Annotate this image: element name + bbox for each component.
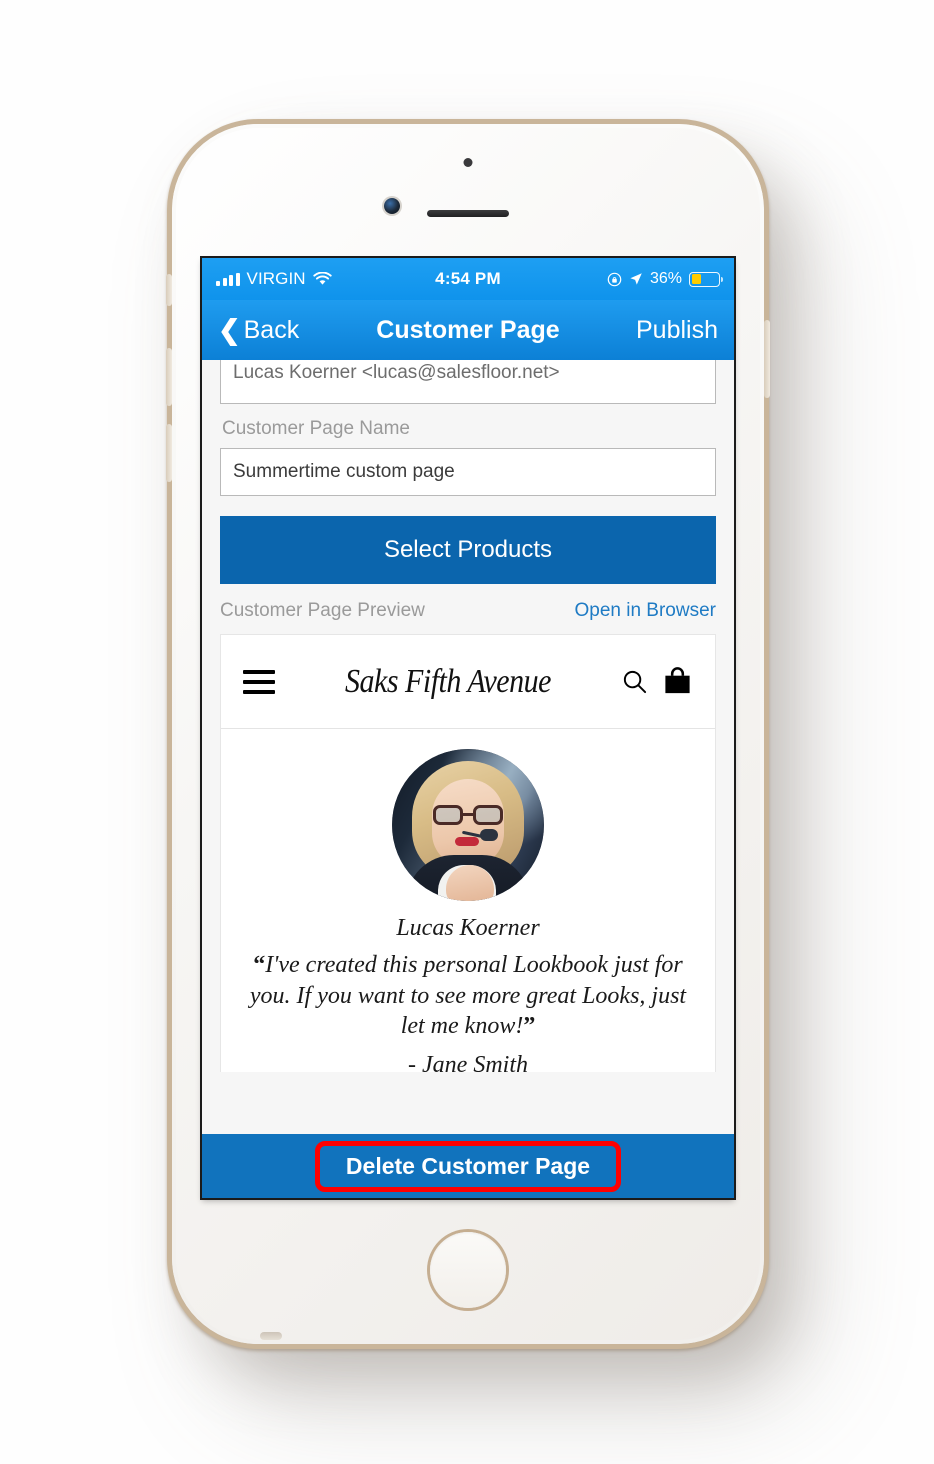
brand-logo: Saks Fifth Avenue [345, 662, 551, 700]
quote-author: - Jane Smith [408, 1052, 528, 1072]
page-name-input[interactable]: Summertime custom page [220, 448, 716, 496]
back-button[interactable]: ❮ Back [218, 316, 299, 345]
avatar-glasses [431, 805, 505, 825]
customer-page-preview: Saks Fifth Avenue Lucas Koerner “I've cr… [220, 634, 716, 1072]
volume-up-button[interactable] [166, 348, 172, 406]
preview-label: Customer Page Preview [220, 600, 425, 621]
phone-screen: VIRGIN 4:54 PM 36% ❮ Back Customer Page … [202, 258, 734, 1198]
rep-name: Lucas Koerner [396, 915, 540, 941]
hamburger-menu-icon[interactable] [243, 664, 275, 700]
speaker-grille [260, 1332, 282, 1340]
navigation-bar: ❮ Back Customer Page Publish [202, 300, 734, 360]
preview-header: Customer Page Preview Open in Browser [202, 584, 734, 634]
publish-button[interactable]: Publish [636, 316, 718, 345]
preview-shop-icons [621, 666, 693, 697]
back-button-label: Back [243, 315, 300, 344]
proximity-sensor-icon [463, 158, 473, 167]
battery-percent-label: 36% [649, 270, 682, 287]
volume-down-button[interactable] [166, 424, 172, 482]
search-icon[interactable] [621, 668, 648, 695]
page-name-label: Customer Page Name [222, 418, 410, 439]
status-bar-right: 36% [607, 270, 723, 288]
quote-close-mark: ” [523, 1013, 536, 1040]
phone-device: VIRGIN 4:54 PM 36% ❮ Back Customer Page … [166, 124, 770, 1344]
select-products-button[interactable]: Select Products [220, 516, 716, 584]
preview-shop-header: Saks Fifth Avenue [221, 635, 715, 729]
wifi-icon [313, 272, 332, 285]
recipient-input[interactable]: Lucas Koerner <lucas@salesfloor.net> [220, 360, 716, 404]
shopping-bag-icon[interactable] [662, 666, 693, 697]
location-arrow-icon [630, 273, 642, 285]
quote-text: I've created this personal Lookbook just… [249, 952, 687, 1040]
carrier-label: VIRGIN [246, 269, 306, 288]
home-button[interactable] [430, 1232, 506, 1308]
rotation-lock-icon [607, 272, 622, 286]
avatar [392, 749, 544, 901]
battery-icon [689, 271, 723, 287]
delete-customer-page-button[interactable]: Delete Customer Page [314, 1140, 622, 1192]
mute-switch[interactable] [166, 274, 172, 306]
recipient-field-wrap: Lucas Koerner <lucas@salesfloor.net> Cus… [202, 360, 734, 496]
recipient-input-value: Lucas Koerner <lucas@salesfloor.net> [233, 362, 560, 383]
signal-bars-icon [216, 272, 240, 286]
page-root: VIRGIN 4:54 PM 36% ❮ Back Customer Page … [0, 0, 934, 1464]
quote-open-mark: “ [253, 952, 266, 978]
scroll-content[interactable]: Lucas Koerner <lucas@salesfloor.net> Cus… [202, 360, 734, 1198]
status-bar-left: VIRGIN [216, 269, 332, 289]
avatar-lips [455, 837, 479, 846]
bottom-action-bar: Delete Customer Page [202, 1134, 734, 1198]
open-in-browser-link[interactable]: Open in Browser [574, 600, 716, 622]
front-camera-icon [384, 198, 400, 214]
page-name-input-value: Summertime custom page [233, 461, 455, 482]
avatar-headset-mic [480, 829, 498, 841]
status-bar: VIRGIN 4:54 PM 36% [202, 258, 734, 300]
quote-block: “I've created this personal Lookbook jus… [221, 942, 715, 1042]
earpiece-speaker [427, 210, 509, 217]
power-button[interactable] [764, 320, 770, 398]
chevron-left-icon: ❮ [218, 314, 241, 345]
